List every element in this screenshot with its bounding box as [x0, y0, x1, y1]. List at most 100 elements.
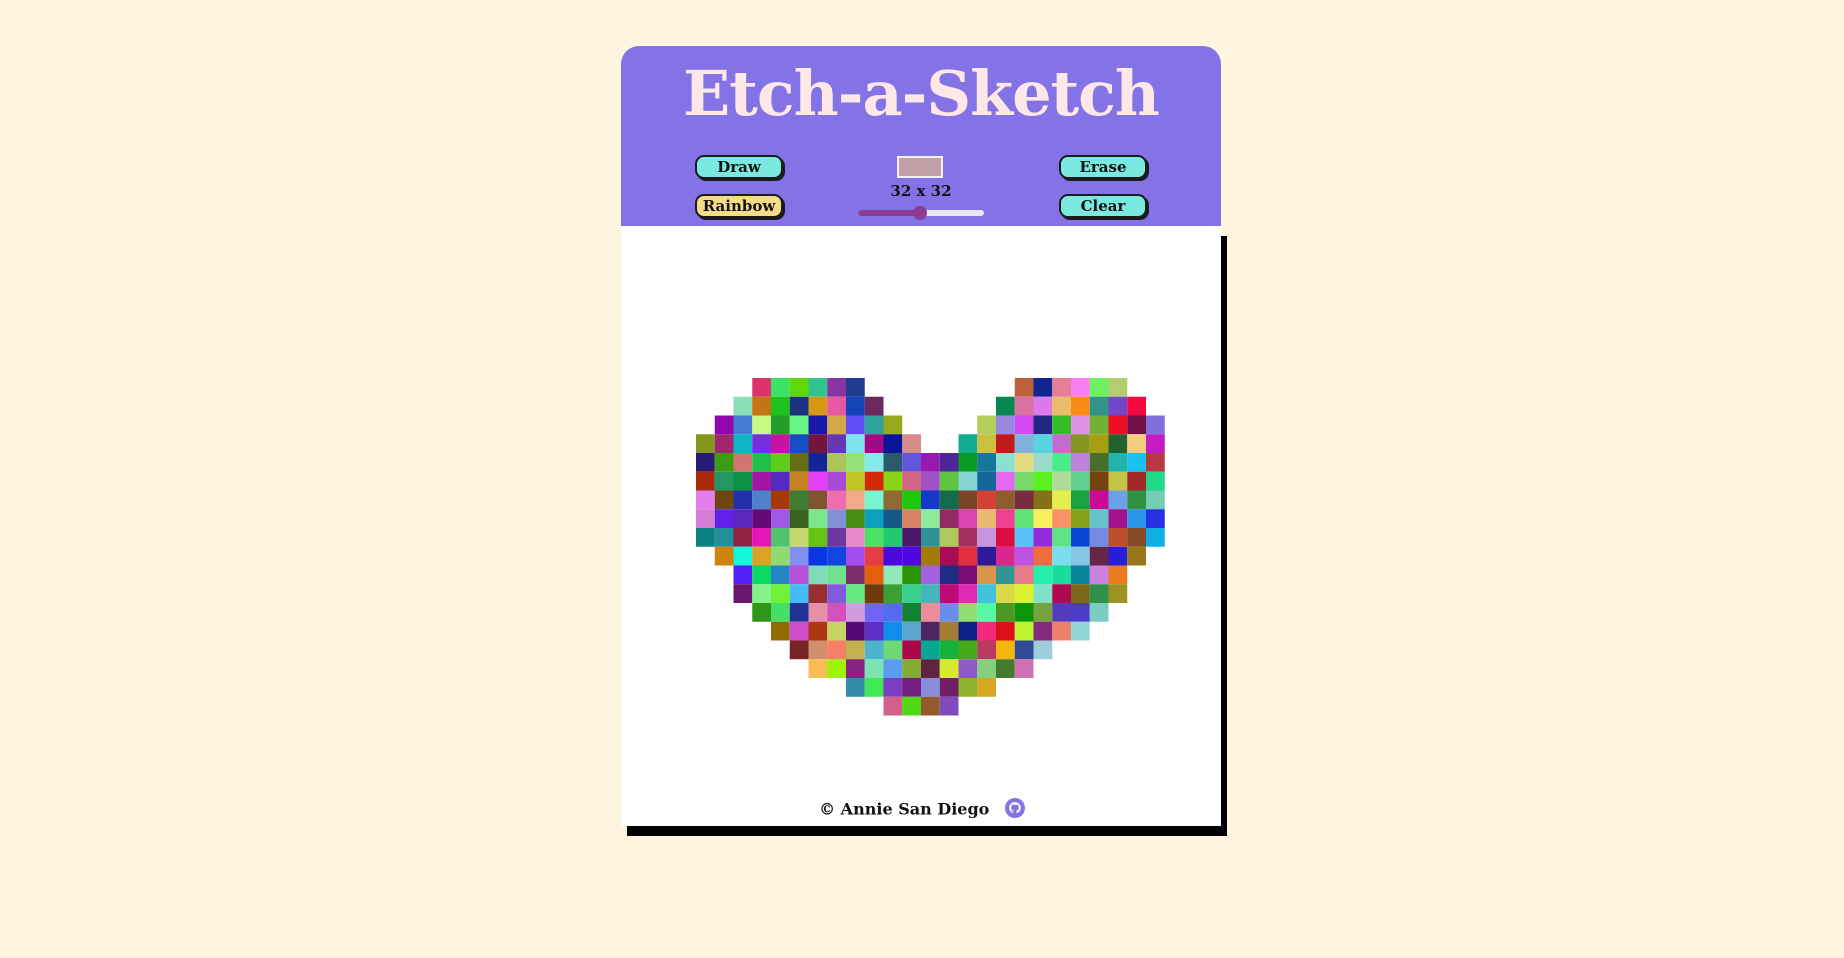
grid-cell[interactable] — [714, 453, 734, 472]
grid-cell[interactable] — [1052, 490, 1071, 510]
grid-cell[interactable] — [846, 434, 865, 453]
grid-cell[interactable] — [733, 453, 753, 472]
grid-cell[interactable] — [864, 659, 884, 678]
grid-cell[interactable] — [771, 396, 790, 416]
grid-cell[interactable] — [846, 396, 865, 416]
grid-cell[interactable] — [733, 584, 753, 603]
grid-cell[interactable] — [714, 471, 734, 491]
grid-cell[interactable] — [714, 434, 734, 453]
grid-cell[interactable] — [846, 509, 865, 528]
grid-cell[interactable] — [1089, 509, 1109, 528]
grid-cell[interactable] — [902, 696, 921, 716]
grid-cell[interactable] — [1108, 584, 1128, 603]
grid-cell[interactable] — [827, 490, 846, 510]
grid-cell[interactable] — [883, 565, 903, 585]
grid-cell[interactable] — [996, 565, 1015, 585]
grid-cell[interactable] — [696, 528, 715, 547]
grid-cell[interactable] — [1089, 603, 1109, 622]
grid-cell[interactable] — [714, 509, 734, 528]
grid-cell[interactable] — [864, 640, 884, 660]
grid-cell[interactable] — [958, 546, 978, 566]
grid-cell[interactable] — [846, 640, 865, 660]
grid-cell[interactable] — [921, 640, 940, 660]
grid-cell[interactable] — [1127, 453, 1146, 472]
grid-cell[interactable] — [827, 584, 846, 603]
grid-cell[interactable] — [827, 434, 846, 453]
grid-cell[interactable] — [771, 584, 790, 603]
grid-cell[interactable] — [1014, 509, 1034, 528]
grid-cell[interactable] — [902, 565, 921, 585]
grid-cell[interactable] — [1146, 490, 1165, 510]
grid-cell[interactable] — [827, 659, 846, 678]
grid-cell[interactable] — [1108, 378, 1128, 397]
grid-cell[interactable] — [921, 659, 940, 678]
grid-cell[interactable] — [977, 453, 996, 472]
grid-cell[interactable] — [771, 621, 790, 641]
grid-cell[interactable] — [696, 509, 715, 528]
grid-cell[interactable] — [733, 509, 753, 528]
grid-cell[interactable] — [1014, 546, 1034, 566]
grid-cell[interactable] — [939, 453, 959, 472]
grid-cell[interactable] — [1089, 565, 1109, 585]
grid-cell[interactable] — [958, 678, 978, 697]
grid-cell[interactable] — [771, 415, 790, 435]
grid-cell[interactable] — [752, 471, 771, 491]
grid-cell[interactable] — [958, 621, 978, 641]
grid-cell[interactable] — [1108, 415, 1128, 435]
grid-cell[interactable] — [1052, 603, 1071, 622]
grid-cell[interactable] — [939, 640, 959, 660]
grid-cell[interactable] — [1071, 378, 1090, 397]
grid-cell[interactable] — [752, 396, 771, 416]
grid-cell[interactable] — [771, 471, 790, 491]
grid-cell[interactable] — [752, 565, 771, 585]
grid-cell[interactable] — [808, 528, 828, 547]
grid-cell[interactable] — [789, 396, 809, 416]
grid-cell[interactable] — [752, 546, 771, 566]
grid-cell[interactable] — [789, 378, 809, 397]
grid-cell[interactable] — [696, 453, 715, 472]
grid-cell[interactable] — [883, 603, 903, 622]
grid-cell[interactable] — [1071, 584, 1090, 603]
grid-cell[interactable] — [752, 453, 771, 472]
grid-cell[interactable] — [827, 528, 846, 547]
grid-cell[interactable] — [771, 453, 790, 472]
grid-cell[interactable] — [864, 396, 884, 416]
grid-cell[interactable] — [883, 453, 903, 472]
grid-cell[interactable] — [958, 509, 978, 528]
grid-cell[interactable] — [958, 471, 978, 491]
grid-cell[interactable] — [902, 678, 921, 697]
grid-cell[interactable] — [846, 603, 865, 622]
grid-cell[interactable] — [1146, 528, 1165, 547]
grid-cell[interactable] — [827, 603, 846, 622]
grid-cell[interactable] — [1014, 528, 1034, 547]
grid-cell[interactable] — [864, 603, 884, 622]
grid-cell[interactable] — [883, 621, 903, 641]
grid-cell[interactable] — [902, 621, 921, 641]
grid-cell[interactable] — [1033, 584, 1053, 603]
grid-cell[interactable] — [977, 509, 996, 528]
grid-cell[interactable] — [883, 696, 903, 716]
grid-cell[interactable] — [883, 659, 903, 678]
grid-cell[interactable] — [939, 509, 959, 528]
grid-cell[interactable] — [902, 434, 921, 453]
grid-cell[interactable] — [1033, 434, 1053, 453]
grid-cell[interactable] — [883, 471, 903, 491]
grid-cell[interactable] — [827, 546, 846, 566]
grid-cell[interactable] — [864, 415, 884, 435]
grid-cell[interactable] — [864, 509, 884, 528]
grid-cell[interactable] — [883, 415, 903, 435]
grid-cell[interactable] — [996, 509, 1015, 528]
slider-thumb[interactable] — [913, 206, 927, 220]
grid-cell[interactable] — [1033, 471, 1053, 491]
grid-cell[interactable] — [1033, 509, 1053, 528]
grid-cell[interactable] — [977, 640, 996, 660]
grid-cell[interactable] — [1033, 415, 1053, 435]
grid-cell[interactable] — [714, 528, 734, 547]
grid-cell[interactable] — [1146, 471, 1165, 491]
grid-cell[interactable] — [958, 565, 978, 585]
grid-cell[interactable] — [827, 621, 846, 641]
grid-cell[interactable] — [864, 584, 884, 603]
grid-cell[interactable] — [902, 603, 921, 622]
draw-button[interactable]: Draw — [695, 155, 783, 179]
grid-cell[interactable] — [1089, 453, 1109, 472]
